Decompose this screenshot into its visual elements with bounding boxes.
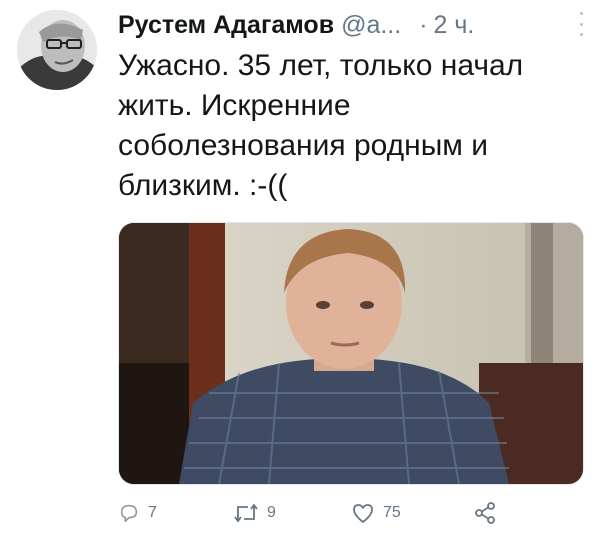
retweet-icon [234, 503, 258, 523]
tweet-header: Рустем Адагамов @a... · 2 ч. [118, 8, 588, 42]
share-icon [475, 502, 495, 524]
tweet-photo [119, 223, 583, 484]
tweet-actions: 7 9 75 [118, 498, 518, 528]
reply-count: 7 [148, 504, 157, 521]
reply-button[interactable]: 7 [118, 498, 157, 528]
tweet-text: Ужасно. 35 лет, только начал жить. Искре… [118, 49, 524, 202]
retweet-button[interactable]: 9 [233, 498, 276, 528]
more-vertical-icon[interactable] [574, 12, 588, 36]
author-name[interactable]: Рустем Адагамов [118, 11, 334, 40]
tweet-media[interactable] [118, 222, 584, 485]
retweet-count: 9 [267, 504, 276, 521]
share-button[interactable] [473, 498, 497, 528]
reply-icon [120, 504, 138, 523]
author-handle[interactable]: @a... [341, 11, 401, 40]
like-button[interactable]: 75 [351, 498, 401, 528]
avatar[interactable] [17, 10, 97, 90]
avatar-image [17, 10, 97, 90]
like-count: 75 [383, 504, 401, 521]
separator-dot: · [419, 10, 428, 39]
tweet-timestamp[interactable]: 2 ч. [434, 11, 475, 40]
heart-icon [353, 504, 373, 523]
